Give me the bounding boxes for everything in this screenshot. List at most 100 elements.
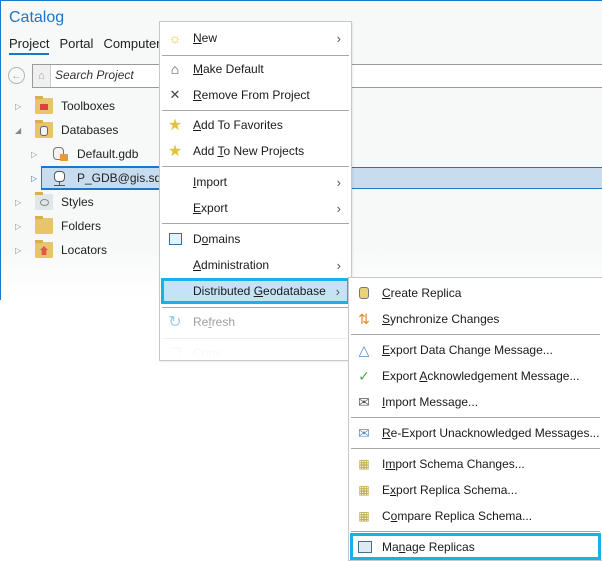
- home-icon: ⌂: [38, 70, 45, 82]
- submenu-item-synchronize-changes[interactable]: ⇅ Synchronize Changes: [349, 306, 602, 332]
- submenu-item-import-schema-changes[interactable]: ▦ Import Schema Changes...: [349, 451, 602, 477]
- search-input[interactable]: [55, 68, 165, 82]
- tree-item-locators[interactable]: ▷ Locators: [15, 239, 107, 261]
- tab-portal[interactable]: Portal: [59, 36, 93, 55]
- toolbox-icon: [35, 96, 53, 114]
- menu-item-label: Export Acknowledgement Message...: [382, 369, 580, 383]
- home-button[interactable]: ⌂: [33, 65, 51, 87]
- expand-arrow-icon[interactable]: ▷: [15, 102, 25, 111]
- menu-item-label: Synchronize Changes: [382, 312, 500, 326]
- submenu-item-export-acknowledgement-message[interactable]: ✓ Export Acknowledgement Message...: [349, 363, 602, 389]
- home-icon: ⌂: [170, 61, 180, 77]
- menu-item-add-to-new-projects[interactable]: ★ Add To New Projects: [160, 138, 351, 164]
- menu-item-refresh: ↻ Refresh: [160, 309, 351, 335]
- export-data-change-icon: △: [358, 341, 370, 358]
- tree-item-label: P_GDB@gis.sde: [77, 171, 168, 185]
- menu-item-label: Remove From Project: [193, 88, 310, 102]
- database-connection-icon: [51, 170, 69, 186]
- menu-item-make-default[interactable]: ⌂ Make Default: [160, 56, 351, 82]
- tree-item-label: Databases: [61, 123, 119, 137]
- remove-x-icon: ✕: [169, 87, 181, 102]
- menu-item-add-to-favorites[interactable]: ★ Add To Favorites: [160, 112, 351, 138]
- menu-item-label: Administration: [193, 258, 270, 272]
- tree-item-label: Folders: [61, 219, 102, 233]
- submenu-chevron-icon: ›: [335, 283, 340, 299]
- catalog-tabs: Project Portal Computer: [9, 36, 161, 55]
- menu-item-label: Compare Replica Schema...: [382, 509, 533, 523]
- star-pin-icon: ★: [167, 143, 183, 160]
- export-schema-icon: ▦: [358, 483, 370, 497]
- context-menu: ☼ New › ⌂ Make Default ✕ Remove From Pro…: [159, 21, 352, 361]
- tree-item-p-gdb[interactable]: ▷ P_GDB@gis.sde: [31, 167, 168, 189]
- menu-item-administration[interactable]: Administration ›: [160, 252, 351, 278]
- tab-project[interactable]: Project: [9, 36, 50, 55]
- tree-item-toolboxes[interactable]: ▷ Toolboxes: [15, 95, 115, 117]
- menu-item-label: Create Replica: [382, 286, 462, 300]
- back-button[interactable]: ←: [8, 67, 25, 84]
- menu-separator: [162, 110, 349, 111]
- copy-icon: ❐: [168, 344, 182, 361]
- submenu-item-import-message[interactable]: ✉ Import Message...: [349, 389, 602, 415]
- synchronize-changes-icon: ⇅: [358, 310, 370, 327]
- compare-schema-icon: ▦: [358, 509, 370, 523]
- tree-item-folders[interactable]: ▷ Folders: [15, 215, 101, 237]
- refresh-icon: ↻: [168, 314, 182, 331]
- create-replica-icon: [356, 285, 372, 301]
- tree-item-styles[interactable]: ▷ Styles: [15, 191, 94, 213]
- submenu-item-compare-replica-schema[interactable]: ▦ Compare Replica Schema...: [349, 503, 602, 529]
- tree-item-label: Toolboxes: [61, 99, 116, 113]
- expand-arrow-icon[interactable]: ▷: [15, 222, 25, 231]
- submenu-chevron-icon: ›: [336, 257, 341, 273]
- submenu-item-export-replica-schema[interactable]: ▦ Export Replica Schema...: [349, 477, 602, 503]
- submenu-item-export-data-change-message[interactable]: △ Export Data Change Message...: [349, 337, 602, 363]
- expand-arrow-icon[interactable]: ▷: [31, 150, 41, 159]
- menu-item-label: Distributed Geodatabase: [193, 284, 326, 298]
- menu-item-distributed-geodatabase[interactable]: Distributed Geodatabase ›: [161, 278, 350, 304]
- tree-item-label: Default.gdb: [77, 147, 139, 161]
- distributed-geodatabase-submenu: Create Replica ⇅ Synchronize Changes △ E…: [348, 277, 602, 561]
- expand-arrow-icon[interactable]: ▷: [15, 198, 25, 207]
- tab-computer[interactable]: Computer: [103, 36, 160, 55]
- import-message-icon: ✉: [358, 393, 370, 410]
- tree-item-label: Locators: [61, 243, 108, 257]
- menu-item-remove-from-project[interactable]: ✕ Remove From Project: [160, 82, 351, 108]
- menu-item-export[interactable]: Export ›: [160, 195, 351, 221]
- menu-separator: [351, 448, 600, 449]
- tree-item-default-gdb[interactable]: ▷ Default.gdb: [31, 143, 138, 165]
- export-acknowledgement-icon: ✓: [358, 367, 370, 384]
- menu-item-label: Import Schema Changes...: [382, 457, 525, 471]
- menu-item-copy: ❐ Copy: [160, 340, 351, 361]
- new-sun-icon: ☼: [168, 30, 182, 46]
- folders-icon: [35, 216, 53, 234]
- collapse-arrow-icon[interactable]: ◢: [15, 126, 25, 135]
- menu-separator: [162, 307, 349, 308]
- menu-item-label: Refresh: [193, 315, 236, 329]
- menu-item-label: Export Data Change Message...: [382, 343, 553, 357]
- tree-item-label: Styles: [61, 195, 94, 209]
- submenu-item-manage-replicas[interactable]: Manage Replicas: [350, 533, 601, 560]
- star-icon: ★: [167, 117, 183, 134]
- menu-item-label: Re-Export Unacknowledged Messages...: [382, 426, 600, 440]
- locators-folder-icon: [35, 240, 53, 258]
- tree-item-databases[interactable]: ◢ Databases: [15, 119, 118, 141]
- menu-item-import[interactable]: Import ›: [160, 169, 351, 195]
- pane-title: Catalog: [9, 9, 65, 26]
- expand-arrow-icon[interactable]: ▷: [15, 246, 25, 255]
- menu-item-label: Import Message...: [382, 395, 479, 409]
- menu-item-label: Copy: [193, 346, 222, 360]
- menu-item-new[interactable]: ☼ New ›: [160, 25, 351, 51]
- menu-separator: [351, 417, 600, 418]
- menu-item-label: Domains: [193, 232, 241, 246]
- submenu-item-create-replica[interactable]: Create Replica: [349, 280, 602, 306]
- menu-separator: [162, 166, 349, 167]
- menu-separator: [351, 334, 600, 335]
- manage-replicas-icon: [357, 539, 373, 555]
- submenu-item-re-export-unacknowledged-messages[interactable]: ✉ Re-Export Unacknowledged Messages...: [349, 420, 602, 446]
- default-geodatabase-icon: [51, 146, 69, 162]
- submenu-chevron-icon: ›: [336, 174, 341, 190]
- submenu-chevron-icon: ›: [336, 30, 341, 46]
- import-schema-icon: ▦: [358, 457, 370, 471]
- menu-item-domains[interactable]: Domains: [160, 226, 351, 252]
- menu-item-label: Manage Replicas: [382, 539, 475, 554]
- expand-arrow-icon[interactable]: ▷: [31, 174, 41, 183]
